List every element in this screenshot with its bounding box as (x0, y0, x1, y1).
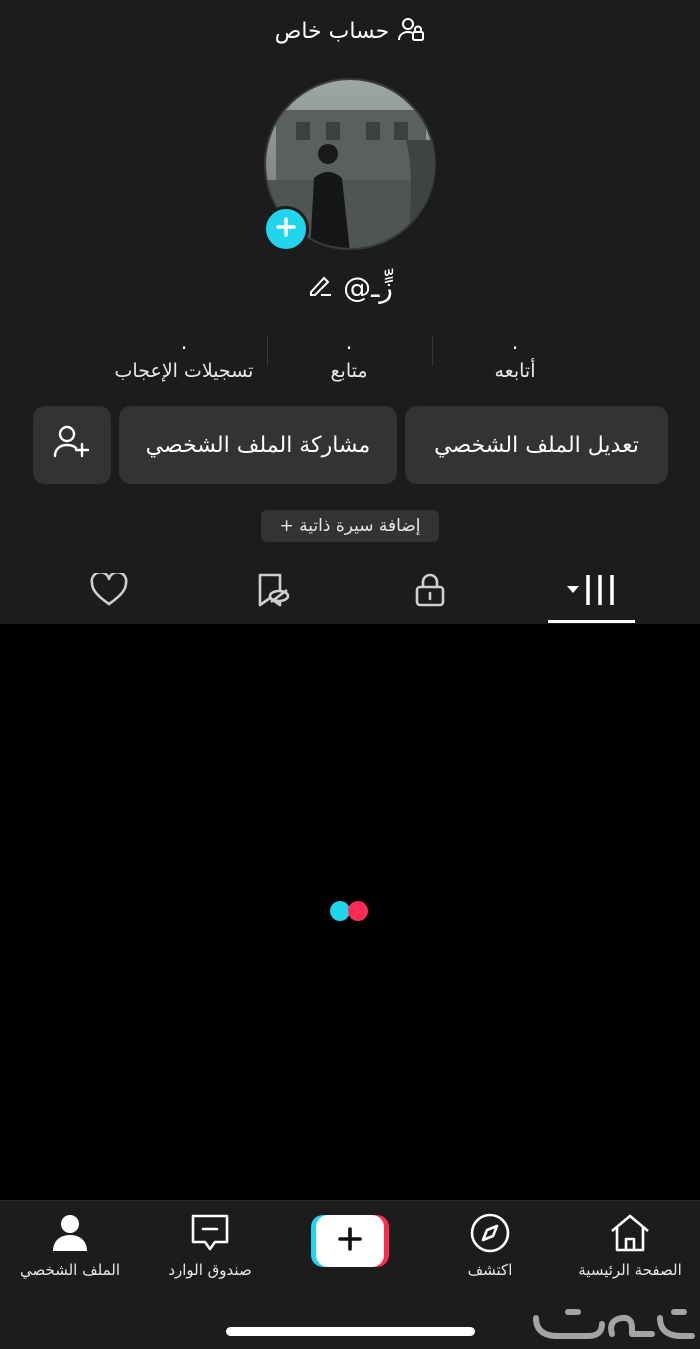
username: @زٍَّـ (343, 270, 393, 304)
bottom-nav: الصفحة الرئيسية اكتشف صندوق الوارد الملف… (0, 1200, 700, 1349)
bookmark-hidden-icon (255, 572, 291, 612)
nav-profile[interactable]: الملف الشخصي (0, 1211, 140, 1279)
add-bio-button[interactable]: + إضافة سيرة ذاتية (261, 510, 439, 542)
plus-icon (275, 216, 297, 242)
heart-icon (90, 570, 128, 611)
stat-likes-label: تسجيلات الإعجاب (114, 360, 254, 382)
add-avatar-button[interactable] (263, 206, 309, 252)
plus-icon (337, 1226, 363, 1256)
profile-tabs (0, 564, 700, 624)
edit-username-button[interactable] (307, 273, 333, 301)
create-button[interactable] (311, 1215, 389, 1267)
compass-icon (469, 1212, 511, 1258)
nav-home-label: الصفحة الرئيسية (578, 1261, 682, 1279)
loading-dot-cyan (330, 901, 350, 921)
username-row: @زٍَّـ (0, 267, 700, 307)
stat-likes-value: . (180, 330, 188, 354)
top-bar: حساب خاص (0, 0, 700, 62)
share-profile-button[interactable]: مشاركة الملف الشخصي (119, 406, 397, 484)
stat-likes[interactable]: . تسجيلات الإعجاب (84, 324, 284, 382)
edit-profile-button[interactable]: تعديل الملف الشخصي (405, 406, 668, 484)
tab-private[interactable] (375, 564, 485, 620)
tab-favorites[interactable] (218, 564, 328, 620)
nav-profile-label: الملف الشخصي (20, 1261, 120, 1279)
add-friend-button[interactable] (33, 406, 111, 484)
lock-icon (414, 572, 446, 612)
tab-liked[interactable] (54, 564, 164, 620)
nav-discover-label: اكتشف (467, 1261, 513, 1279)
pencil-icon (307, 276, 333, 301)
home-icon (609, 1213, 651, 1257)
nav-discover[interactable]: اكتشف (420, 1211, 560, 1279)
profile-header: @زٍَّـ . أتابعه . متابع . تسجيلات الإعجا… (0, 62, 700, 624)
create-button-face (316, 1215, 384, 1267)
profile-stats: . أتابعه . متابع . تسجيلات الإعجاب (0, 324, 700, 404)
inbox-icon (190, 1213, 230, 1257)
profile-icon (50, 1213, 90, 1257)
private-account-label: حساب خاص (274, 18, 390, 44)
tab-videos[interactable] (536, 564, 646, 620)
watermark-logo (528, 1304, 698, 1342)
nav-inbox[interactable]: صندوق الوارد (140, 1211, 280, 1279)
nav-inbox-label: صندوق الوارد (168, 1261, 252, 1279)
add-user-icon (53, 424, 91, 466)
grid-icon (563, 573, 619, 611)
loading-indicator (330, 901, 370, 921)
nav-home[interactable]: الصفحة الرئيسية (560, 1211, 700, 1279)
private-account-icon (397, 16, 425, 46)
loading-dot-red (348, 901, 368, 921)
active-tab-indicator (548, 620, 635, 623)
home-indicator[interactable] (226, 1327, 475, 1336)
